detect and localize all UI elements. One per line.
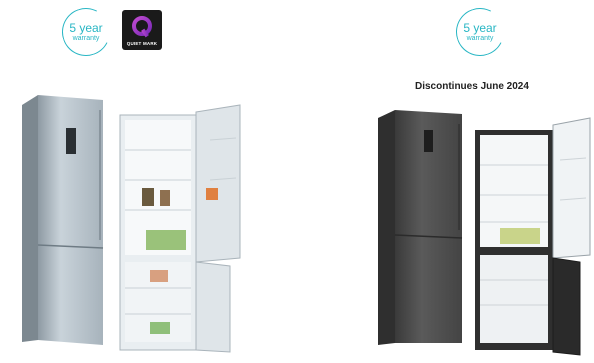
silver-fridge-closed [22, 95, 104, 345]
display-panel [424, 130, 433, 152]
silver-fridge-open [119, 104, 241, 353]
product-images [22, 95, 591, 356]
dark-fridge-open [475, 117, 591, 356]
display-panel [66, 128, 76, 154]
dark-fridge-closed [378, 110, 463, 345]
